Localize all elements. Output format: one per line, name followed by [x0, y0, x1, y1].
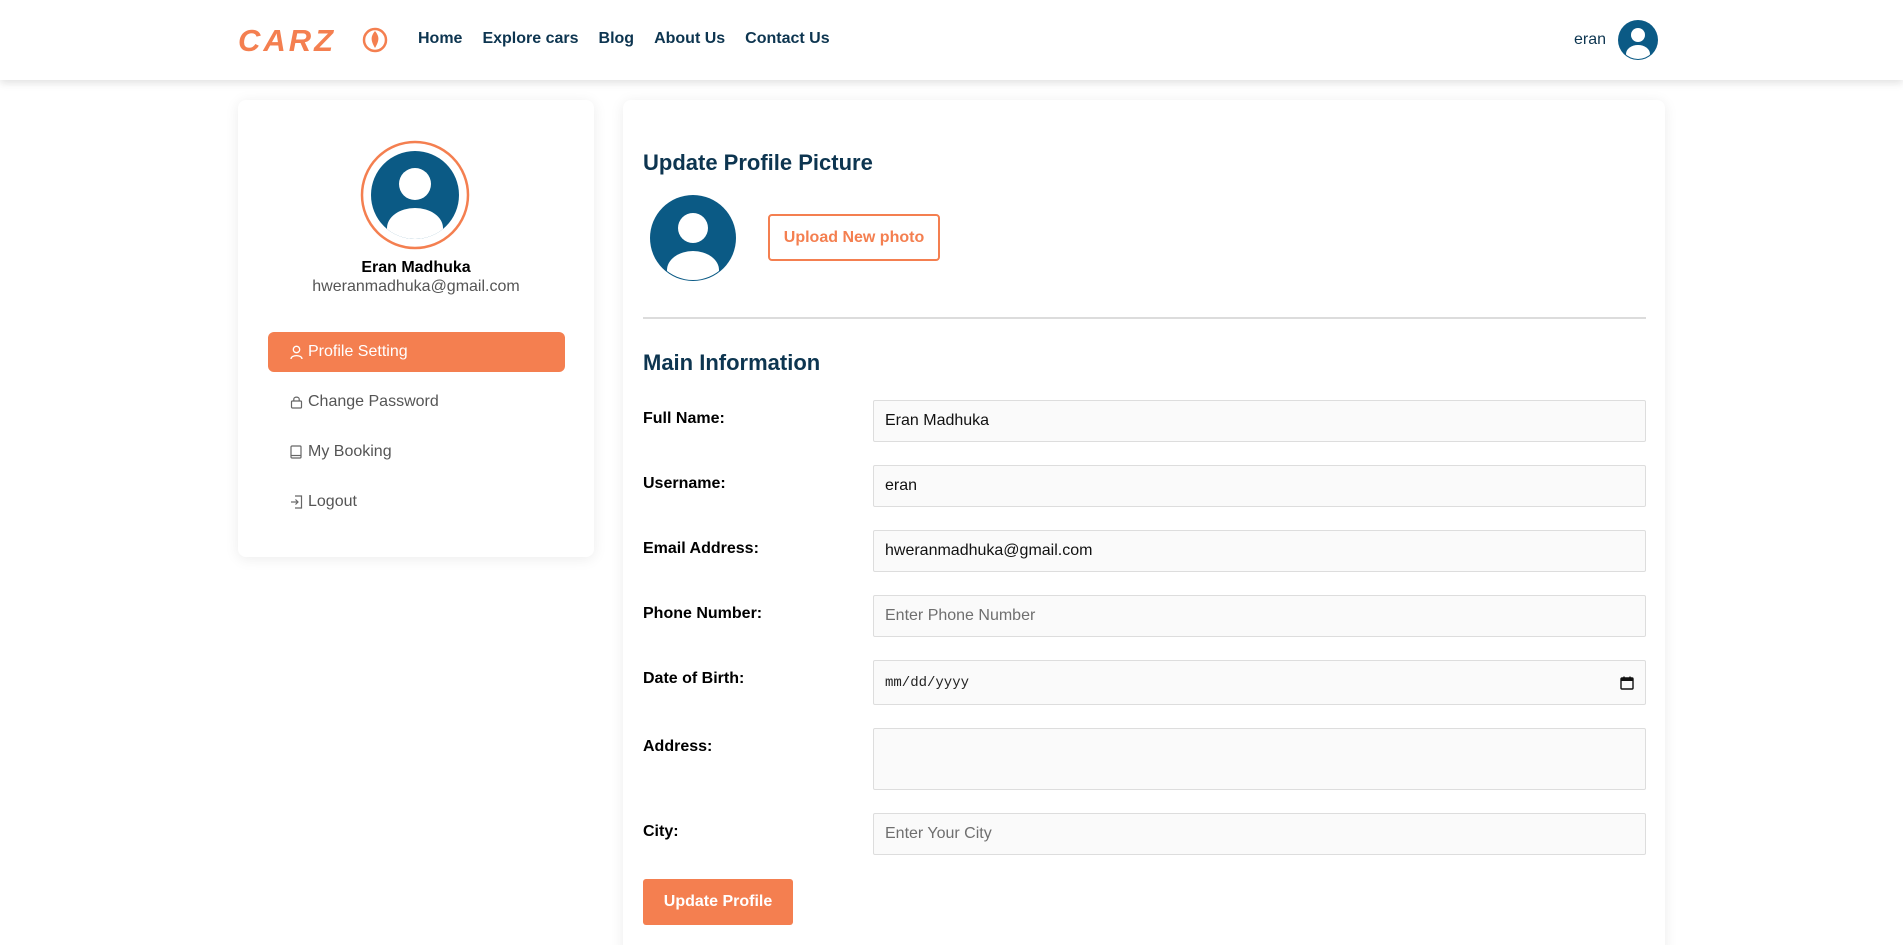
- nav-home[interactable]: Home: [418, 30, 462, 48]
- nav-blog[interactable]: Blog: [599, 30, 635, 48]
- header-username[interactable]: eran: [1574, 31, 1606, 49]
- nav-explore-cars[interactable]: Explore cars: [482, 30, 578, 48]
- profile-email: hweranmadhuka@gmail.com: [312, 278, 520, 295]
- menu-profile-setting[interactable]: Profile Setting: [268, 332, 565, 372]
- full-name-input[interactable]: Eran Madhuka: [873, 400, 1646, 442]
- nav-about-us[interactable]: About Us: [654, 30, 725, 48]
- nav-contact-us[interactable]: Contact Us: [745, 30, 829, 48]
- upload-new-photo-button[interactable]: Upload New photo: [768, 214, 940, 261]
- update-profile-button[interactable]: Update Profile: [643, 879, 793, 925]
- main-nav: Home Explore cars Blog About Us Contact …: [418, 30, 830, 48]
- profile-avatar-icon: [360, 140, 470, 250]
- address-textarea[interactable]: [873, 728, 1646, 790]
- svg-text:CARZ: CARZ: [238, 23, 336, 57]
- menu-logout[interactable]: Logout: [268, 482, 565, 522]
- user-icon: [288, 344, 304, 360]
- email-input[interactable]: hweranmadhuka@gmail.com: [873, 530, 1646, 572]
- phone-input[interactable]: Enter Phone Number: [873, 595, 1646, 637]
- phone-label: Phone Number:: [643, 605, 763, 622]
- menu-label: Logout: [308, 493, 357, 510]
- profile-name: Eran Madhuka: [361, 259, 471, 276]
- section-divider: [643, 317, 1646, 319]
- calendar-icon[interactable]: [1620, 676, 1634, 690]
- city-input[interactable]: Enter Your City: [873, 813, 1646, 855]
- full-name-label: Full Name:: [643, 410, 725, 427]
- menu-label: Profile Setting: [308, 343, 408, 360]
- dob-input[interactable]: mm/dd/yyyy: [873, 660, 1646, 705]
- profile-menu: Profile Setting Change Password My Booki…: [268, 332, 565, 532]
- logout-icon: [288, 494, 304, 510]
- menu-label: My Booking: [308, 443, 392, 460]
- menu-my-booking[interactable]: My Booking: [268, 432, 565, 472]
- username-label: Username:: [643, 475, 726, 492]
- menu-change-password[interactable]: Change Password: [268, 382, 565, 422]
- top-header: CARZ Home Explore cars Blog About Us Con…: [0, 0, 1903, 80]
- profile-sidebar: Eran Madhuka hweranmadhuka@gmail.com Pro…: [238, 100, 594, 557]
- update-picture-title: Update Profile Picture: [643, 150, 873, 175]
- lock-icon: [288, 394, 304, 410]
- main-information-title: Main Information: [643, 350, 821, 375]
- address-label: Address:: [643, 738, 713, 755]
- dob-label: Date of Birth:: [643, 670, 745, 687]
- book-icon: [288, 444, 304, 460]
- username-input[interactable]: eran: [873, 465, 1646, 507]
- menu-label: Change Password: [308, 393, 439, 410]
- user-avatar-icon[interactable]: [1618, 20, 1658, 60]
- email-label: Email Address:: [643, 540, 759, 557]
- carz-logo[interactable]: CARZ: [238, 23, 388, 57]
- profile-main-card: Update Profile Picture Upload New photo …: [623, 100, 1665, 945]
- dob-placeholder: mm/dd/yyyy: [885, 674, 970, 691]
- city-label: City:: [643, 823, 679, 840]
- current-photo-avatar-icon: [650, 195, 736, 281]
